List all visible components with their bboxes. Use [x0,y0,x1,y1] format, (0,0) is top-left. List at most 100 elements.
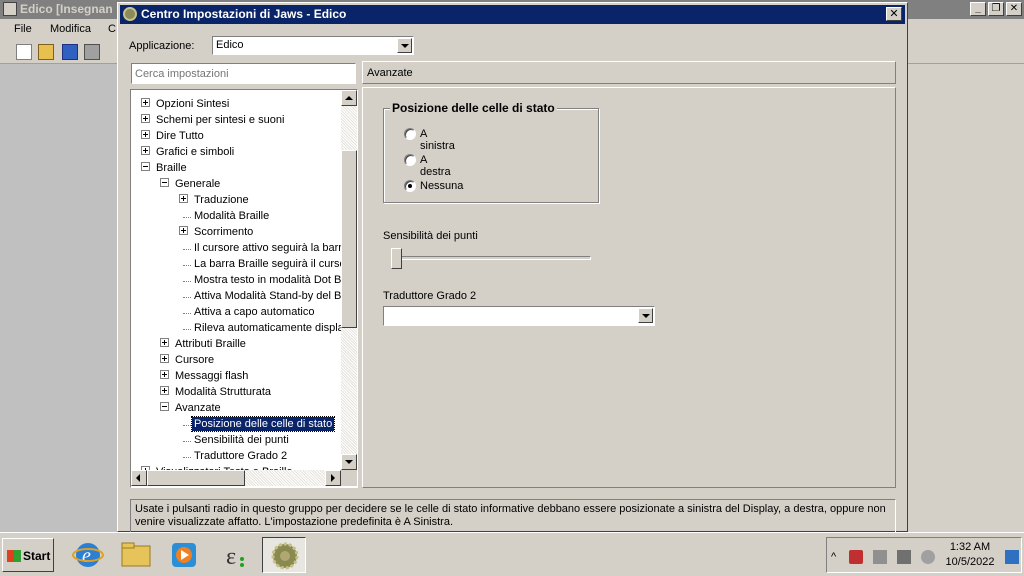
tree-item[interactable]: Avanzate [173,401,223,417]
expand-plus-icon[interactable] [141,146,150,155]
internet-explorer-icon[interactable]: e [66,537,110,573]
tree-connector-line [183,313,191,314]
menu-other[interactable]: C [108,23,116,35]
tree-item-label: Opzioni Sintesi [156,98,230,110]
jaws-settings-icon[interactable] [262,537,306,573]
tree-item[interactable]: Il cursore attivo seguirà la barra [192,241,341,257]
tree-item-label: Braille [156,162,187,174]
tree-item[interactable]: Posizione delle celle di stato [190,416,336,433]
tree-item-label: Mostra testo in modalità Dot Braille [194,274,341,286]
show-desktop-icon[interactable] [1005,550,1019,564]
menu-file[interactable]: File [14,23,32,35]
application-combobox[interactable]: Edico [212,36,414,55]
tree-item-label: Sensibilità dei punti [194,434,289,446]
start-button[interactable]: Start [2,538,54,572]
tree-item[interactable]: Schemi per sintesi e suoni [154,113,286,129]
collapse-minus-icon[interactable] [141,162,150,171]
tree-item[interactable]: Opzioni Sintesi [154,97,231,113]
scroll-down-arrow-icon[interactable] [341,454,357,470]
chevron-down-icon[interactable] [397,38,412,53]
save-disk-icon[interactable] [62,44,78,60]
settings-pane: Posizione delle celle di stato A sinistr… [362,87,896,488]
tree-item-label: Generale [175,178,221,190]
scroll-right-arrow-icon[interactable] [325,470,341,486]
scroll-up-arrow-icon[interactable] [341,90,357,106]
dialog-title: Centro Impostazioni di Jaws - Edico [141,7,347,21]
expand-plus-icon[interactable] [160,338,169,347]
tray-clock[interactable]: 1:32 AM 10/5/2022 [940,540,1000,570]
action-center-flag-icon[interactable] [849,550,863,564]
tree-item[interactable]: Attributi Braille [173,337,248,353]
expand-plus-icon[interactable] [160,354,169,363]
svg-text:ε: ε [226,544,236,570]
network-icon[interactable] [897,550,911,564]
tree-item[interactable]: Attiva Modalità Stand-by del Braille [192,289,341,305]
dot-sensitivity-slider-thumb[interactable] [391,248,402,269]
tree-connector-line [183,441,191,442]
tree-item[interactable]: Grafici e simboli [154,145,236,161]
menu-modifica[interactable]: Modifica [50,23,91,35]
settings-center-dialog: Centro Impostazioni di Jaws - Edico ✕ Ap… [117,2,908,533]
scroll-left-arrow-icon[interactable] [131,470,147,486]
radio-checked-icon[interactable] [404,180,416,192]
tree-item[interactable]: Dire Tutto [154,129,206,145]
grade2-translator-combobox[interactable] [383,306,655,326]
dialog-close-button[interactable]: ✕ [886,7,902,21]
folder-icon[interactable] [114,537,158,573]
expand-plus-icon[interactable] [141,130,150,139]
media-player-icon[interactable] [162,537,206,573]
tree-item[interactable]: Traduttore Grado 2 [192,449,289,465]
print-icon[interactable] [84,44,100,60]
volume-icon[interactable] [921,550,935,564]
tree-item[interactable]: Modalità Braille [192,209,271,225]
new-document-icon[interactable] [16,44,32,60]
tree-connector-line [183,457,191,458]
horizontal-scroll-thumb[interactable] [147,470,245,486]
search-settings-field[interactable] [131,63,356,84]
radio-circle-icon[interactable] [404,128,416,140]
tree-item[interactable]: Generale [173,177,222,193]
tree-item-label: Traduzione [194,194,249,206]
tree-item[interactable]: Mostra testo in modalità Dot Braille [192,273,341,289]
expand-plus-icon[interactable] [141,98,150,107]
tree-item-label: La barra Braille seguirà il cursore [194,258,341,270]
open-folder-icon[interactable] [38,44,54,60]
expand-plus-icon[interactable] [160,386,169,395]
tree-item[interactable]: Cursore [173,353,216,369]
search-input[interactable] [132,64,355,83]
expand-plus-icon[interactable] [179,226,188,235]
tree-item[interactable]: Attiva a capo automatico [192,305,316,321]
tree-item[interactable]: Rileva automaticamente display [192,321,341,337]
close-button[interactable]: ✕ [1006,2,1022,16]
tree-item[interactable]: Braille [154,161,189,177]
dot-sensitivity-slider-track[interactable] [391,256,591,260]
device-icon[interactable] [873,550,887,564]
pane-title: Avanzate [367,67,413,79]
expand-plus-icon[interactable] [160,370,169,379]
settings-tree[interactable]: Opzioni Sintesi Schemi per sintesi e suon… [130,89,358,488]
minimize-button[interactable]: _ [970,2,986,16]
tree-item[interactable]: Traduzione [192,193,251,209]
collapse-minus-icon[interactable] [160,178,169,187]
application-label: Applicazione: [129,40,195,52]
radio-circle-icon[interactable] [404,154,416,166]
restore-button[interactable]: ❐ [988,2,1004,16]
tree-item[interactable]: Scorrimento [192,225,255,241]
collapse-minus-icon[interactable] [160,402,169,411]
tree-vertical-scrollbar[interactable] [341,90,357,470]
tree-connector-line [183,425,191,426]
tree-horizontal-scrollbar[interactable] [131,470,341,486]
tree-connector-line [183,297,191,298]
tree-item[interactable]: Messaggi flash [173,369,250,385]
chevron-down-icon[interactable] [638,308,653,323]
edico-icon[interactable]: ε [212,537,256,573]
expand-plus-icon[interactable] [141,114,150,123]
radio-label: A destra [420,154,451,178]
tree-item[interactable]: Modalità Strutturata [173,385,273,401]
tree-item[interactable]: Sensibilità dei punti [192,433,291,449]
dialog-titlebar[interactable]: Centro Impostazioni di Jaws - Edico ✕ [120,5,905,24]
vertical-scroll-thumb[interactable] [341,150,357,328]
tree-item[interactable]: La barra Braille seguirà il cursore [192,257,341,273]
expand-plus-icon[interactable] [179,194,188,203]
show-hidden-icons-chevron-icon[interactable]: ^ [831,550,845,564]
